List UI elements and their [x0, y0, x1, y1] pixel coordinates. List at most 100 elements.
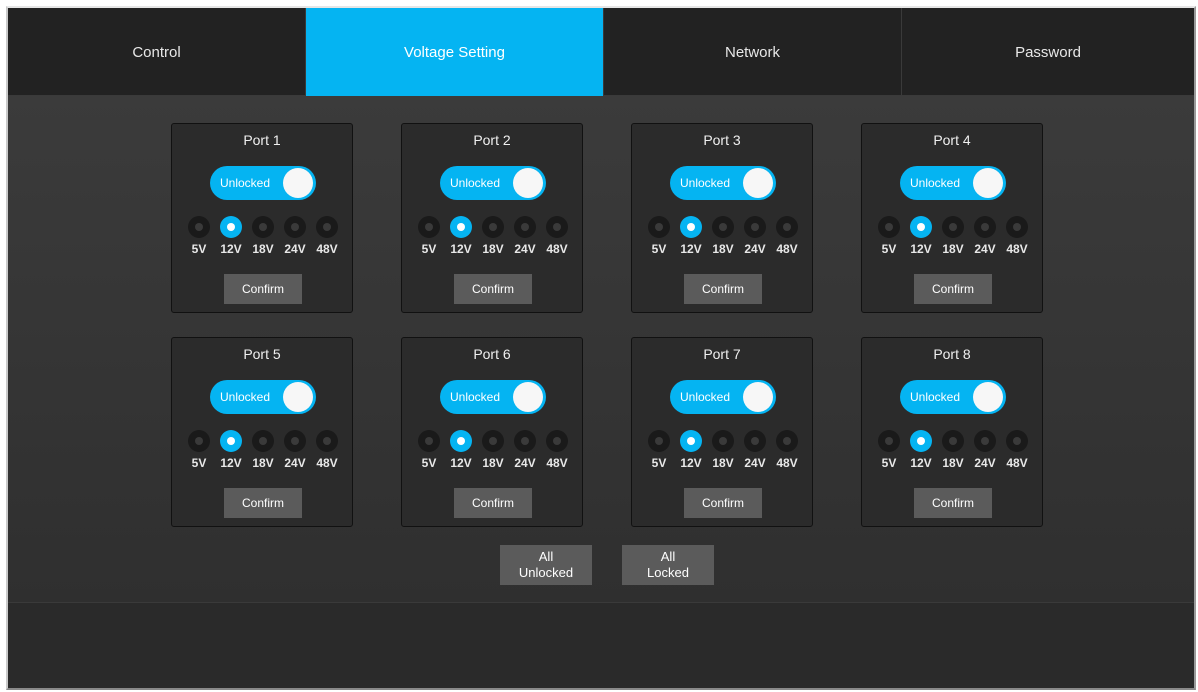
- voltage-radio-18v[interactable]: [252, 216, 274, 238]
- voltage-radio-5v[interactable]: [418, 216, 440, 238]
- voltage-radio-48v[interactable]: [776, 216, 798, 238]
- voltage-label: 12V: [910, 456, 932, 470]
- voltage-radio-5v[interactable]: [648, 430, 670, 452]
- voltage-radio-48v[interactable]: [1006, 430, 1028, 452]
- voltage-radio-24v[interactable]: [744, 430, 766, 452]
- lock-toggle[interactable]: Unlocked: [210, 166, 316, 200]
- voltage-radio-48v[interactable]: [316, 216, 338, 238]
- confirm-button[interactable]: Confirm: [684, 274, 762, 304]
- radio-dot: [687, 223, 695, 231]
- radio-dot: [751, 437, 759, 445]
- voltage-radio-12v[interactable]: [220, 216, 242, 238]
- voltage-radio-5v[interactable]: [188, 216, 210, 238]
- voltage-radio-18v[interactable]: [482, 430, 504, 452]
- lock-toggle[interactable]: Unlocked: [900, 166, 1006, 200]
- voltage-radio-5v[interactable]: [418, 430, 440, 452]
- voltage-radio-18v[interactable]: [942, 216, 964, 238]
- voltage-radio-18v[interactable]: [712, 216, 734, 238]
- tab-voltage-setting[interactable]: Voltage Setting: [306, 8, 604, 96]
- radio-dot: [1013, 223, 1021, 231]
- radio-dot: [457, 223, 465, 231]
- lock-state-label: Unlocked: [680, 176, 731, 190]
- lock-state-label: Unlocked: [220, 176, 271, 190]
- port-title: Port 2: [473, 132, 511, 148]
- confirm-button[interactable]: Confirm: [454, 488, 532, 518]
- voltage-radio-24v[interactable]: [514, 216, 536, 238]
- voltage-label: 24V: [744, 242, 766, 256]
- radio-dot: [917, 223, 925, 231]
- port-card: Port 1 Unlocked 5V 12V 18V 24V 48V Confirm: [171, 123, 353, 313]
- voltage-radio-12v[interactable]: [680, 216, 702, 238]
- tab-control[interactable]: Control: [8, 8, 306, 96]
- radio-dot: [227, 437, 235, 445]
- radio-dot: [719, 223, 727, 231]
- voltage-label: 5V: [651, 456, 667, 470]
- voltage-radio-12v[interactable]: [450, 216, 472, 238]
- radio-dot: [981, 437, 989, 445]
- all-unlocked-button[interactable]: All Unlocked: [500, 545, 592, 585]
- port-title: Port 1: [243, 132, 281, 148]
- confirm-button[interactable]: Confirm: [454, 274, 532, 304]
- voltage-radio-48v[interactable]: [546, 216, 568, 238]
- voltage-radio-24v[interactable]: [284, 430, 306, 452]
- voltage-radio-5v[interactable]: [648, 216, 670, 238]
- voltage-radio-12v[interactable]: [680, 430, 702, 452]
- confirm-button[interactable]: Confirm: [914, 274, 992, 304]
- port-card: Port 4 Unlocked 5V 12V 18V 24V 48V Confirm: [861, 123, 1043, 313]
- voltage-radio-12v[interactable]: [450, 430, 472, 452]
- radio-dot: [227, 223, 235, 231]
- radio-dot: [195, 437, 203, 445]
- voltage-radio-12v[interactable]: [910, 216, 932, 238]
- all-locked-line2: Locked: [647, 565, 689, 580]
- voltage-radio-24v[interactable]: [974, 430, 996, 452]
- radio-dot: [521, 437, 529, 445]
- all-unlocked-line2: Unlocked: [518, 565, 574, 580]
- voltage-radio-12v[interactable]: [910, 430, 932, 452]
- lock-state-label: Unlocked: [910, 390, 961, 404]
- lock-toggle[interactable]: Unlocked: [900, 380, 1006, 414]
- lock-toggle[interactable]: Unlocked: [440, 380, 546, 414]
- radio-dot: [719, 437, 727, 445]
- lock-toggle[interactable]: Unlocked: [670, 166, 776, 200]
- voltage-radio-5v[interactable]: [188, 430, 210, 452]
- lock-state-label: Unlocked: [680, 390, 731, 404]
- voltage-radio-18v[interactable]: [942, 430, 964, 452]
- port-card: Port 8 Unlocked 5V 12V 18V 24V 48V Confirm: [861, 337, 1043, 527]
- voltage-radio-18v[interactable]: [252, 430, 274, 452]
- voltage-label: 12V: [450, 242, 472, 256]
- voltage-radio-48v[interactable]: [316, 430, 338, 452]
- voltage-radio-18v[interactable]: [482, 216, 504, 238]
- confirm-button[interactable]: Confirm: [224, 274, 302, 304]
- radio-dot: [521, 223, 529, 231]
- confirm-button[interactable]: Confirm: [224, 488, 302, 518]
- radio-dot: [489, 223, 497, 231]
- voltage-radio-5v[interactable]: [878, 430, 900, 452]
- voltage-radio-5v[interactable]: [878, 216, 900, 238]
- voltage-label: 12V: [450, 456, 472, 470]
- voltage-radio-24v[interactable]: [284, 216, 306, 238]
- voltage-label: 24V: [974, 456, 996, 470]
- lock-toggle[interactable]: Unlocked: [440, 166, 546, 200]
- radio-dot: [981, 223, 989, 231]
- bottom-bar: [8, 602, 1194, 688]
- all-locked-button[interactable]: All Locked: [622, 545, 714, 585]
- port-title: Port 7: [703, 346, 741, 362]
- voltage-radio-48v[interactable]: [776, 430, 798, 452]
- voltage-radio-24v[interactable]: [744, 216, 766, 238]
- confirm-button[interactable]: Confirm: [914, 488, 992, 518]
- confirm-button[interactable]: Confirm: [684, 488, 762, 518]
- voltage-radio-24v[interactable]: [514, 430, 536, 452]
- voltage-label: 24V: [284, 242, 306, 256]
- radio-dot: [687, 437, 695, 445]
- voltage-label: 24V: [974, 242, 996, 256]
- tab-password[interactable]: Password: [902, 8, 1194, 96]
- voltage-radio-18v[interactable]: [712, 430, 734, 452]
- tab-network[interactable]: Network: [604, 8, 902, 96]
- voltage-radio-24v[interactable]: [974, 216, 996, 238]
- radio-dot: [195, 223, 203, 231]
- voltage-radio-12v[interactable]: [220, 430, 242, 452]
- voltage-radio-48v[interactable]: [1006, 216, 1028, 238]
- lock-toggle[interactable]: Unlocked: [210, 380, 316, 414]
- lock-toggle[interactable]: Unlocked: [670, 380, 776, 414]
- voltage-radio-48v[interactable]: [546, 430, 568, 452]
